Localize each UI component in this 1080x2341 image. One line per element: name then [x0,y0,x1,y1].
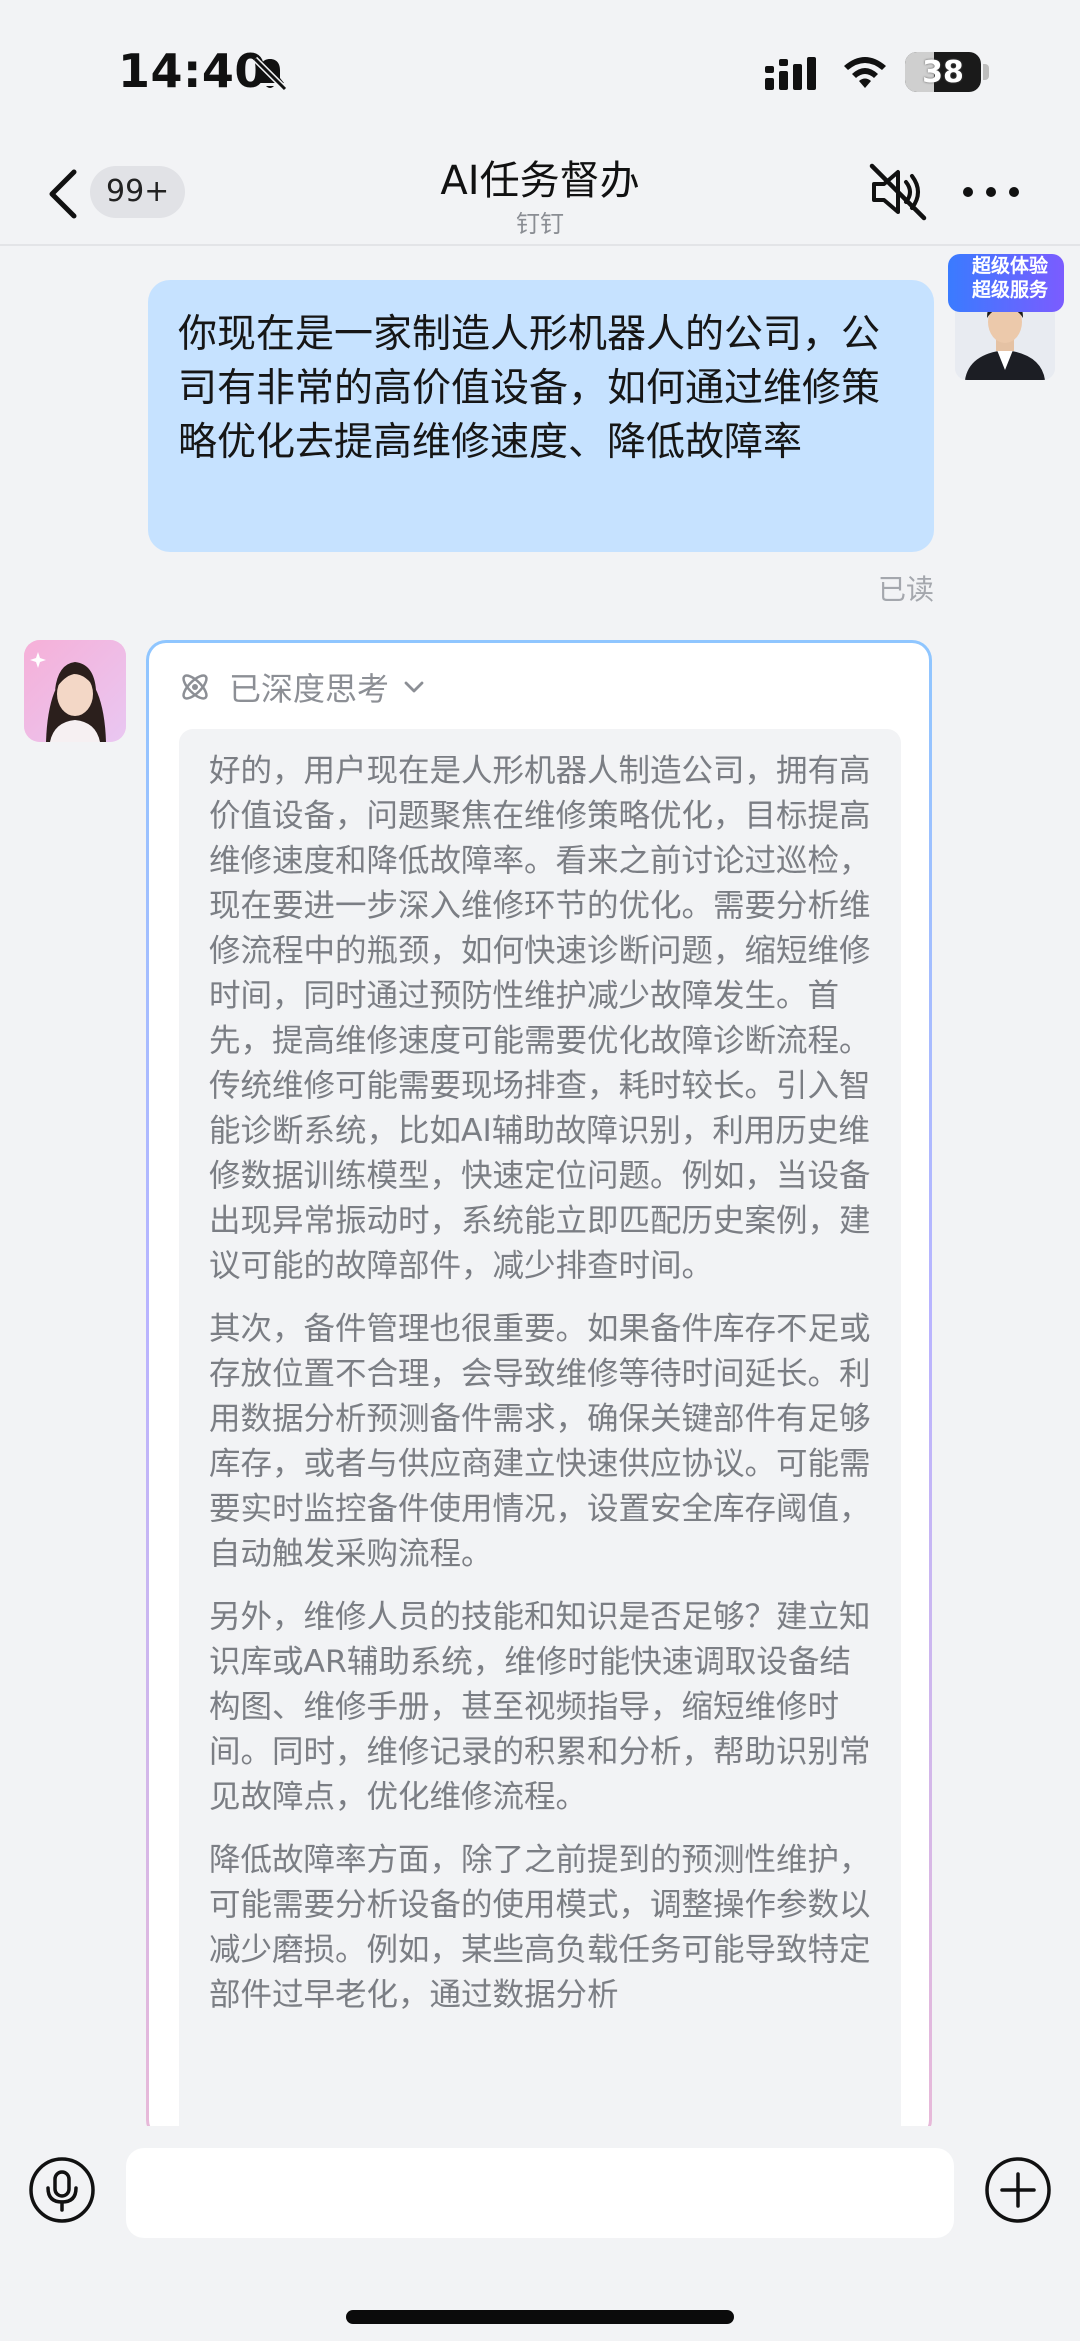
thinking-paragraph: 好的，用户现在是人形机器人制造公司，拥有高价值设备，问题聚焦在维修策略优化，目标… [209,753,871,1284]
bot-message-body: 已深度思考 好的，用户现在是人形机器人制造公司，拥有高价值设备，问题聚焦在维修策… [149,643,929,2137]
bell-slash-icon [252,56,288,92]
atom-icon [182,674,208,700]
thinking-paragraph: 降低故障率方面，除了之前提到的预测性维护，可能需要分析设备的使用模式，调整操作参… [209,1842,871,2013]
thinking-content-panel: 好的，用户现在是人形机器人制造公司，拥有高价值设备，问题聚焦在维修策略优化，目标… [179,729,901,2137]
battery-icon: 38 [905,52,981,92]
deep-thinking-toggle[interactable]: 已深度思考 [177,665,427,709]
wifi-icon [844,57,886,88]
nav-bar: 99+ AI任务督办 钉钉 [0,140,1080,246]
thinking-paragraph: 另外，维修人员的技能和知识是否足够？建立知识库或AR辅助系统，维修时能快速调取设… [209,1599,871,1815]
microphone-icon[interactable] [28,2156,96,2224]
deep-thinking-label: 已深度思考 [229,670,390,708]
avatar-badge: 超级体验 超级服务 [955,254,1065,314]
status-time: 14:40 [118,44,267,98]
battery-level: 38 [922,54,964,90]
home-indicator[interactable] [346,2310,734,2324]
avatar-badge-line: 超级服务 [971,279,1048,301]
message-composer [0,2126,1080,2341]
bot-avatar[interactable] [24,640,126,742]
avatar-badge-line: 超级体验 [971,255,1048,277]
battery-tip [983,64,989,80]
read-receipt: 已读 [877,573,934,606]
speaker-muted-icon[interactable] [866,160,930,224]
bot-message-card: 已深度思考 好的，用户现在是人形机器人制造公司，拥有高价值设备，问题聚焦在维修策… [146,640,932,2140]
message-input[interactable] [126,2148,954,2238]
thinking-paragraph: 其次，备件管理也很重要。如果备件库存不足或存放位置不合理，会导致维修等待时间延长… [209,1311,871,1572]
signal-icon [765,57,816,90]
user-message-bubble[interactable]: 你现在是一家制造人形机器人的公司，公司有非常的高价值设备，如何通过维修策略优化去… [148,280,934,552]
plus-circle-icon[interactable] [984,2156,1052,2224]
status-bar: 14:40 38 [0,0,1080,140]
more-dots-icon[interactable] [960,182,1022,202]
ai-assistant-avatar-icon [24,640,126,742]
chevron-down-icon [404,681,424,693]
